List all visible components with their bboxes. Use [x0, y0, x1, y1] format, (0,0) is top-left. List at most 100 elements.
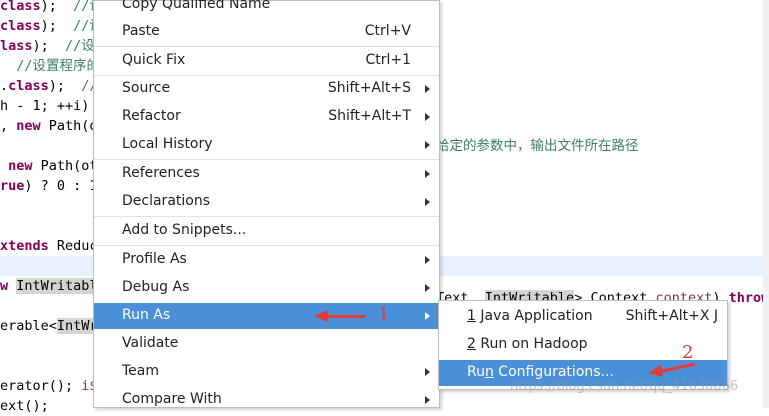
- menu-item-label: Debug As: [122, 279, 190, 295]
- code-token: erable<: [0, 318, 57, 334]
- code-token: class: [0, 18, 41, 34]
- chevron-right-icon: [425, 396, 430, 404]
- menu-item-shortcut: Ctrl+1: [365, 52, 411, 68]
- menu-item-refactor[interactable]: Refactor Shift+Alt+T: [94, 104, 439, 130]
- menu-item-label: Refactor: [122, 108, 181, 124]
- code-line: erable<IntWr: [0, 316, 98, 336]
- code-line: lass); //设: [0, 36, 95, 56]
- menu-item-label: References: [122, 165, 200, 181]
- chevron-right-icon: [425, 141, 430, 149]
- menu-item-label: Source: [122, 80, 171, 96]
- watermark: https://blog.csdn.net/qq_41630866: [510, 379, 739, 394]
- annotation-number-1: 1: [378, 304, 390, 325]
- menu-item-shortcut: Shift+Alt+S: [327, 80, 411, 96]
- code-token: ) ? 0 : 1: [24, 178, 98, 194]
- menu-separator: [94, 245, 439, 246]
- code-token: ,: [0, 118, 17, 134]
- annotation-arrow-1: [314, 310, 366, 322]
- submenu-item-label: 2 Run on Hadoop: [467, 336, 588, 352]
- code-token: );: [32, 38, 66, 54]
- menu-item-label: Run As: [122, 307, 171, 323]
- menu-item-label: Validate: [122, 335, 179, 351]
- code-token: w: [0, 278, 9, 294]
- menu-item-label: Add to Snippets...: [122, 222, 247, 238]
- chevron-right-icon: [425, 312, 430, 320]
- chevron-right-icon: [425, 256, 430, 264]
- context-menu: Copy Qualified Name Paste Ctrl+V Quick Fix C…: [93, 0, 440, 408]
- menu-item-label: Declarations: [122, 193, 211, 209]
- menu-item-profile-as[interactable]: Profile As: [94, 247, 439, 273]
- code-token: //设: [65, 38, 95, 54]
- menu-item-validate[interactable]: Validate: [94, 331, 439, 357]
- chevron-right-icon: [425, 368, 430, 376]
- submenu-mnemonic: n: [484, 364, 494, 380]
- menu-item-quick-fix[interactable]: Quick Fix Ctrl+1: [94, 48, 439, 74]
- submenu-mnemonic: 2: [467, 336, 476, 352]
- chevron-right-icon: [425, 284, 430, 292]
- menu-item-local-history[interactable]: Local History: [94, 132, 439, 158]
- submenu-item-label: 1 Java Application: [467, 308, 593, 324]
- menu-item-label: Local History: [122, 136, 213, 152]
- menu-item-source[interactable]: Source Shift+Alt+S: [94, 76, 439, 102]
- code-line: xtends Reduc: [0, 236, 98, 256]
- menu-separator: [94, 216, 439, 217]
- code-token: );: [40, 18, 74, 34]
- code-token: );: [40, 0, 74, 14]
- code-token: lass: [0, 38, 33, 54]
- menu-item-label: Paste: [122, 23, 160, 39]
- menu-item-add-to-snippets[interactable]: Add to Snippets...: [94, 218, 439, 244]
- submenu-item-shortcut: Shift+Alt+X J: [625, 308, 718, 324]
- code-token: .: [0, 78, 9, 94]
- code-line: class); //设: [0, 16, 103, 36]
- code-token: Reduc: [48, 238, 98, 254]
- code-line: rue) ? 0 : 1: [0, 176, 98, 196]
- code-line: .class); //: [0, 76, 98, 96]
- menu-item-shortcut: Ctrl+V: [364, 23, 411, 39]
- menu-item-debug-as[interactable]: Debug As: [94, 275, 439, 301]
- code-line: new Path(ot: [0, 156, 97, 176]
- code-token: 给定的参数中，输出文件所在路径: [436, 138, 639, 154]
- menu-item-declarations[interactable]: Declarations: [94, 189, 439, 215]
- editor-vertical-scrollbar[interactable]: [763, 0, 769, 408]
- submenu-mnemonic: 1: [467, 308, 476, 324]
- code-token: ext();: [0, 398, 49, 414]
- chevron-right-icon: [425, 113, 430, 121]
- submenu-item-java-application[interactable]: 1 Java Application Shift+Alt+X J: [439, 304, 727, 330]
- submenu-label-prefix: Ru: [467, 364, 485, 380]
- code-token: Path(o: [40, 118, 98, 134]
- code-line: h - 1; ++i): [0, 96, 89, 116]
- submenu-label-text: Java Application: [475, 308, 593, 324]
- code-line: class); //设: [0, 0, 103, 16]
- code-token: xtends: [0, 238, 49, 254]
- submenu-label-text: Run on Hadoop: [475, 336, 588, 352]
- code-token: new: [16, 118, 41, 134]
- submenu-label-text: Configurations...: [493, 364, 614, 380]
- code-token: h - 1; ++i): [0, 98, 90, 114]
- chevron-right-icon: [425, 170, 430, 178]
- code-token: class: [0, 0, 41, 14]
- menu-item-references[interactable]: References: [94, 161, 439, 187]
- menu-item-label: Copy Qualified Name: [122, 0, 271, 12]
- menu-item-team[interactable]: Team: [94, 359, 439, 385]
- code-token: );: [48, 78, 82, 94]
- code-token: erator();: [0, 378, 82, 394]
- menu-separator: [94, 46, 439, 47]
- code-line: ext();: [0, 396, 49, 416]
- menu-item-shortcut: Shift+Alt+T: [328, 108, 411, 124]
- submenu-item-label: Run Configurations...: [467, 364, 614, 380]
- chevron-right-icon: [425, 85, 430, 93]
- code-line: erator(); i$: [0, 376, 98, 396]
- code-comment-fragment: 给定的参数中，输出文件所在路径: [436, 136, 639, 156]
- menu-item-label: Compare With: [122, 391, 222, 407]
- menu-separator: [94, 159, 439, 160]
- chevron-right-icon: [425, 198, 430, 206]
- code-token: IntWritabl: [16, 278, 98, 294]
- code-token: class: [8, 78, 49, 94]
- code-token: new: [8, 158, 33, 174]
- menu-item-copy-qualified-name[interactable]: Copy Qualified Name: [94, 0, 439, 18]
- menu-item-compare-with[interactable]: Compare With: [94, 387, 439, 413]
- menu-item-paste[interactable]: Paste Ctrl+V: [94, 19, 439, 45]
- code-token: rue: [0, 178, 25, 194]
